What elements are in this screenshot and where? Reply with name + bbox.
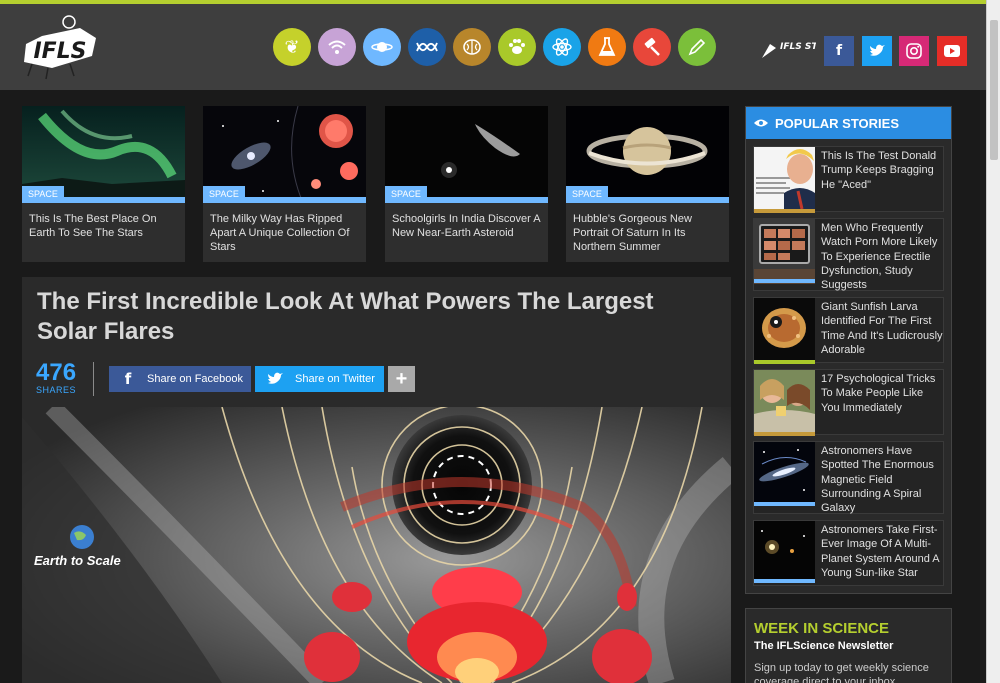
dna-icon[interactable]	[408, 28, 446, 66]
main-article: The First Incredible Look At What Powers…	[22, 277, 731, 683]
gavel-icon[interactable]	[633, 28, 671, 66]
store-text: IFLS STORE	[780, 42, 816, 52]
popular-story[interactable]: 17 Psychological Tricks To Make People L…	[753, 369, 944, 436]
planet-icon[interactable]	[363, 28, 401, 66]
story-title[interactable]: Hubble's Gorgeous New Portrait Of Saturn…	[573, 212, 725, 254]
article-title: The First Incredible Look At What Powers…	[37, 288, 654, 345]
popular-stories-title: POPULAR STORIES	[775, 115, 900, 131]
flask-icon[interactable]	[588, 28, 626, 66]
share-twitter-label: Share on Twitter	[295, 373, 375, 385]
share-divider	[93, 362, 94, 396]
twitter-icon[interactable]	[862, 36, 892, 66]
scrollbar-thumb[interactable]	[990, 20, 998, 160]
brain-icon[interactable]	[453, 28, 491, 66]
site-logo[interactable]: IFLS	[20, 10, 100, 80]
story-image	[754, 521, 815, 579]
share-count: 476	[36, 359, 77, 386]
story-title[interactable]: Schoolgirls In India Discover A New Near…	[392, 212, 544, 240]
instagram-icon[interactable]	[899, 36, 929, 66]
share-twitter-button[interactable]: Share on Twitter	[255, 366, 384, 392]
story-image	[754, 147, 815, 209]
popular-story[interactable]: This Is The Test Donald Trump Keeps Brag…	[753, 146, 944, 213]
popular-story[interactable]: Astronomers Have Spotted The Enormous Ma…	[753, 441, 944, 514]
category-tag[interactable]: SPACE	[203, 186, 245, 203]
page-scrollbar[interactable]	[986, 0, 1000, 683]
popular-stories-header: POPULAR STORIES	[746, 107, 951, 139]
eye-icon	[746, 118, 775, 128]
newsletter-title: WEEK IN SCIENCE	[754, 620, 890, 637]
category-tag[interactable]: SPACE	[566, 186, 608, 203]
share-facebook-button[interactable]: f Share on Facebook	[109, 366, 251, 392]
category-tag[interactable]: SPACE	[22, 186, 64, 203]
story-image	[754, 298, 815, 360]
popular-stories-panel: POPULAR STORIES This Is The Test Donald …	[745, 106, 952, 594]
popular-story-title[interactable]: Astronomers Take First-Ever Image Of A M…	[821, 523, 943, 580]
category-tag[interactable]: SPACE	[385, 186, 427, 203]
newsletter-subtitle: The IFLScience Newsletter	[754, 640, 894, 652]
popular-story[interactable]: Astronomers Take First-Ever Image Of A M…	[753, 520, 944, 586]
story-title[interactable]: This Is The Best Place On Earth To See T…	[29, 212, 181, 240]
leaf-icon[interactable]: ❦	[273, 28, 311, 66]
story-card[interactable]: SPACE Hubble's Gorgeous New Portrait Of …	[566, 106, 729, 262]
facebook-icon[interactable]: f	[824, 36, 854, 66]
article-hero-image: Earth to Scale	[22, 407, 731, 683]
earth-scale-label: Earth to Scale	[34, 553, 121, 568]
site-header: IFLS ❦ IFLS S f	[0, 4, 1000, 90]
story-card[interactable]: SPACE Schoolgirls In India Discover A Ne…	[385, 106, 548, 262]
story-title[interactable]: The Milky Way Has Ripped Apart A Unique …	[210, 212, 362, 254]
share-count-label: SHARES	[36, 385, 77, 395]
popular-story-title[interactable]: Giant Sunfish Larva Identified For The F…	[821, 300, 943, 357]
newsletter-panel: WEEK IN SCIENCE The IFLScience Newslette…	[745, 608, 952, 683]
popular-story[interactable]: Men Who Frequently Watch Porn More Likel…	[753, 218, 944, 291]
facebook-icon: f	[124, 370, 132, 388]
store-logo[interactable]: IFLS STORE	[760, 36, 839, 64]
popular-story[interactable]: Giant Sunfish Larva Identified For The F…	[753, 297, 944, 364]
newsletter-text: Sign up today to get weekly science cove…	[754, 662, 929, 683]
story-card[interactable]: SPACE This Is The Best Place On Earth To…	[22, 106, 185, 262]
popular-story-title[interactable]: Astronomers Have Spotted The Enormous Ma…	[821, 444, 943, 515]
story-image	[754, 370, 815, 432]
popular-story-title[interactable]: 17 Psychological Tricks To Make People L…	[821, 372, 943, 415]
story-image	[754, 219, 815, 284]
popular-story-title[interactable]: Men Who Frequently Watch Porn More Likel…	[821, 221, 943, 292]
more-share-button[interactable]: +	[388, 366, 415, 392]
category-nav: ❦	[273, 28, 716, 66]
youtube-icon[interactable]	[937, 36, 967, 66]
story-card[interactable]: SPACE The Milky Way Has Ripped Apart A U…	[203, 106, 366, 262]
share-facebook-label: Share on Facebook	[147, 373, 244, 385]
pencil-icon[interactable]	[678, 28, 716, 66]
atom-icon[interactable]	[543, 28, 581, 66]
story-image	[754, 442, 815, 502]
wifi-icon[interactable]	[318, 28, 356, 66]
popular-story-title[interactable]: This Is The Test Donald Trump Keeps Brag…	[821, 149, 943, 192]
paw-icon[interactable]	[498, 28, 536, 66]
logo-text: IFLS	[33, 39, 86, 64]
twitter-icon	[255, 372, 295, 386]
